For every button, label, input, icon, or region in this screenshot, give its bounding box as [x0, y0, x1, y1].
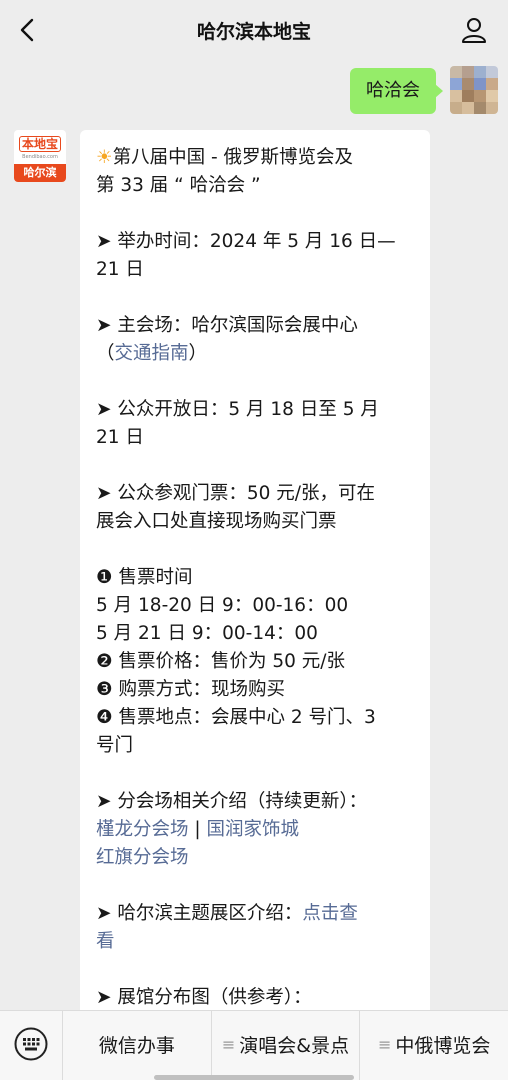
branch-link-guorun[interactable]: 国润家饰城 [207, 819, 300, 840]
chat-header: 哈尔滨本地宝 [0, 0, 508, 60]
account-avatar[interactable]: 本地宝 Bendibao.com 哈尔滨 [14, 130, 66, 182]
msg-branch-links: 槿龙分会场 | 国润家饰城 [96, 819, 300, 840]
msg-sale-time-1: 5 月 18-20 日 9：00-16：00 [96, 595, 349, 616]
msg-map-title: ➤ 展馆分布图（供参考）： [96, 987, 312, 1008]
msg-ticket-line2: 展会入口处直接现场购买门票 [96, 511, 337, 532]
keyboard-icon[interactable] [14, 1027, 48, 1061]
incoming-bubble: ☀第八届中国 - 俄罗斯博览会及 第 33 届 “ 哈洽会 ” ➤ 举办时间：2… [80, 130, 430, 1030]
msg-sale-place-2: 号门 [96, 735, 134, 756]
home-indicator [154, 1075, 354, 1080]
msg-open-line2: 21 日 [96, 427, 144, 448]
logo-subtext: Bendibao.com [22, 154, 58, 160]
msg-branch-links-2: 红旗分会场 [96, 844, 414, 872]
outgoing-message: 哈洽会 [350, 66, 498, 114]
menu-item-expo[interactable]: ≡ 中俄博览会 [359, 1011, 508, 1080]
msg-open-line1: ➤ 公众开放日：5 月 18 日至 5 月 [96, 399, 379, 420]
sun-icon: ☀ [96, 147, 113, 168]
msg-venue-line2: （交通指南） [96, 343, 208, 364]
back-arrow-icon[interactable] [14, 16, 42, 44]
chat-title: 哈尔滨本地宝 [196, 20, 311, 43]
msg-sale-method: ❸ 购票方式：现场购买 [96, 679, 285, 700]
outgoing-bubble[interactable]: 哈洽会 [350, 68, 443, 114]
msg-sale-place-1: ❹ 售票地点：会展中心 2 号门、3 [96, 707, 376, 728]
msg-heading-line2: 第 33 届 “ 哈洽会 ” [96, 175, 261, 196]
logo-text: 本地宝 [18, 136, 61, 152]
theme-view-link-cont[interactable]: 看 [96, 931, 115, 952]
submenu-icon: ≡ [377, 1034, 392, 1054]
user-avatar[interactable] [450, 66, 498, 114]
msg-time-line1: ➤ 举办时间：2024 年 5 月 16 日— [96, 231, 396, 252]
menu-item-wechat-service[interactable]: 微信办事 [62, 1011, 211, 1080]
msg-ticket-line1: ➤ 公众参观门票：50 元/张，可在 [96, 483, 376, 504]
msg-time-line2: 21 日 [96, 259, 144, 280]
traffic-guide-link[interactable]: 交通指南 [115, 343, 189, 364]
logo-city: 哈尔滨 [14, 164, 66, 182]
menu-item-concerts[interactable]: ≡ 演唱会&景点 [210, 1011, 360, 1080]
msg-sale-time-2: 5 月 21 日 9：00-14：00 [96, 623, 318, 644]
msg-sale-price: ❷ 售票价格：售价为 50 元/张 [96, 651, 346, 672]
custom-menu: 微信办事 ≡ 演唱会&景点 ≡ 中俄博览会 [62, 1011, 508, 1080]
branch-link-hongqi[interactable]: 红旗分会场 [96, 847, 189, 868]
msg-heading-line1: ☀第八届中国 - 俄罗斯博览会及 [96, 147, 354, 168]
theme-view-link[interactable]: 点击查 [302, 903, 358, 924]
msg-theme-line2: 看 [96, 928, 414, 956]
msg-branch-title: ➤ 分会场相关介绍（持续更新）： [96, 791, 368, 812]
branch-link-jinlong[interactable]: 槿龙分会场 [96, 819, 189, 840]
bottom-menu-bar: 微信办事 ≡ 演唱会&景点 ≡ 中俄博览会 [0, 1010, 508, 1080]
profile-icon[interactable] [460, 16, 488, 44]
msg-venue-line1: ➤ 主会场：哈尔滨国际会展中心 [96, 315, 358, 336]
submenu-icon: ≡ [221, 1034, 236, 1054]
msg-theme-line1: ➤ 哈尔滨主题展区介绍：点击查 [96, 903, 358, 924]
msg-sale-time-label: ❶ 售票时间 [96, 567, 193, 588]
